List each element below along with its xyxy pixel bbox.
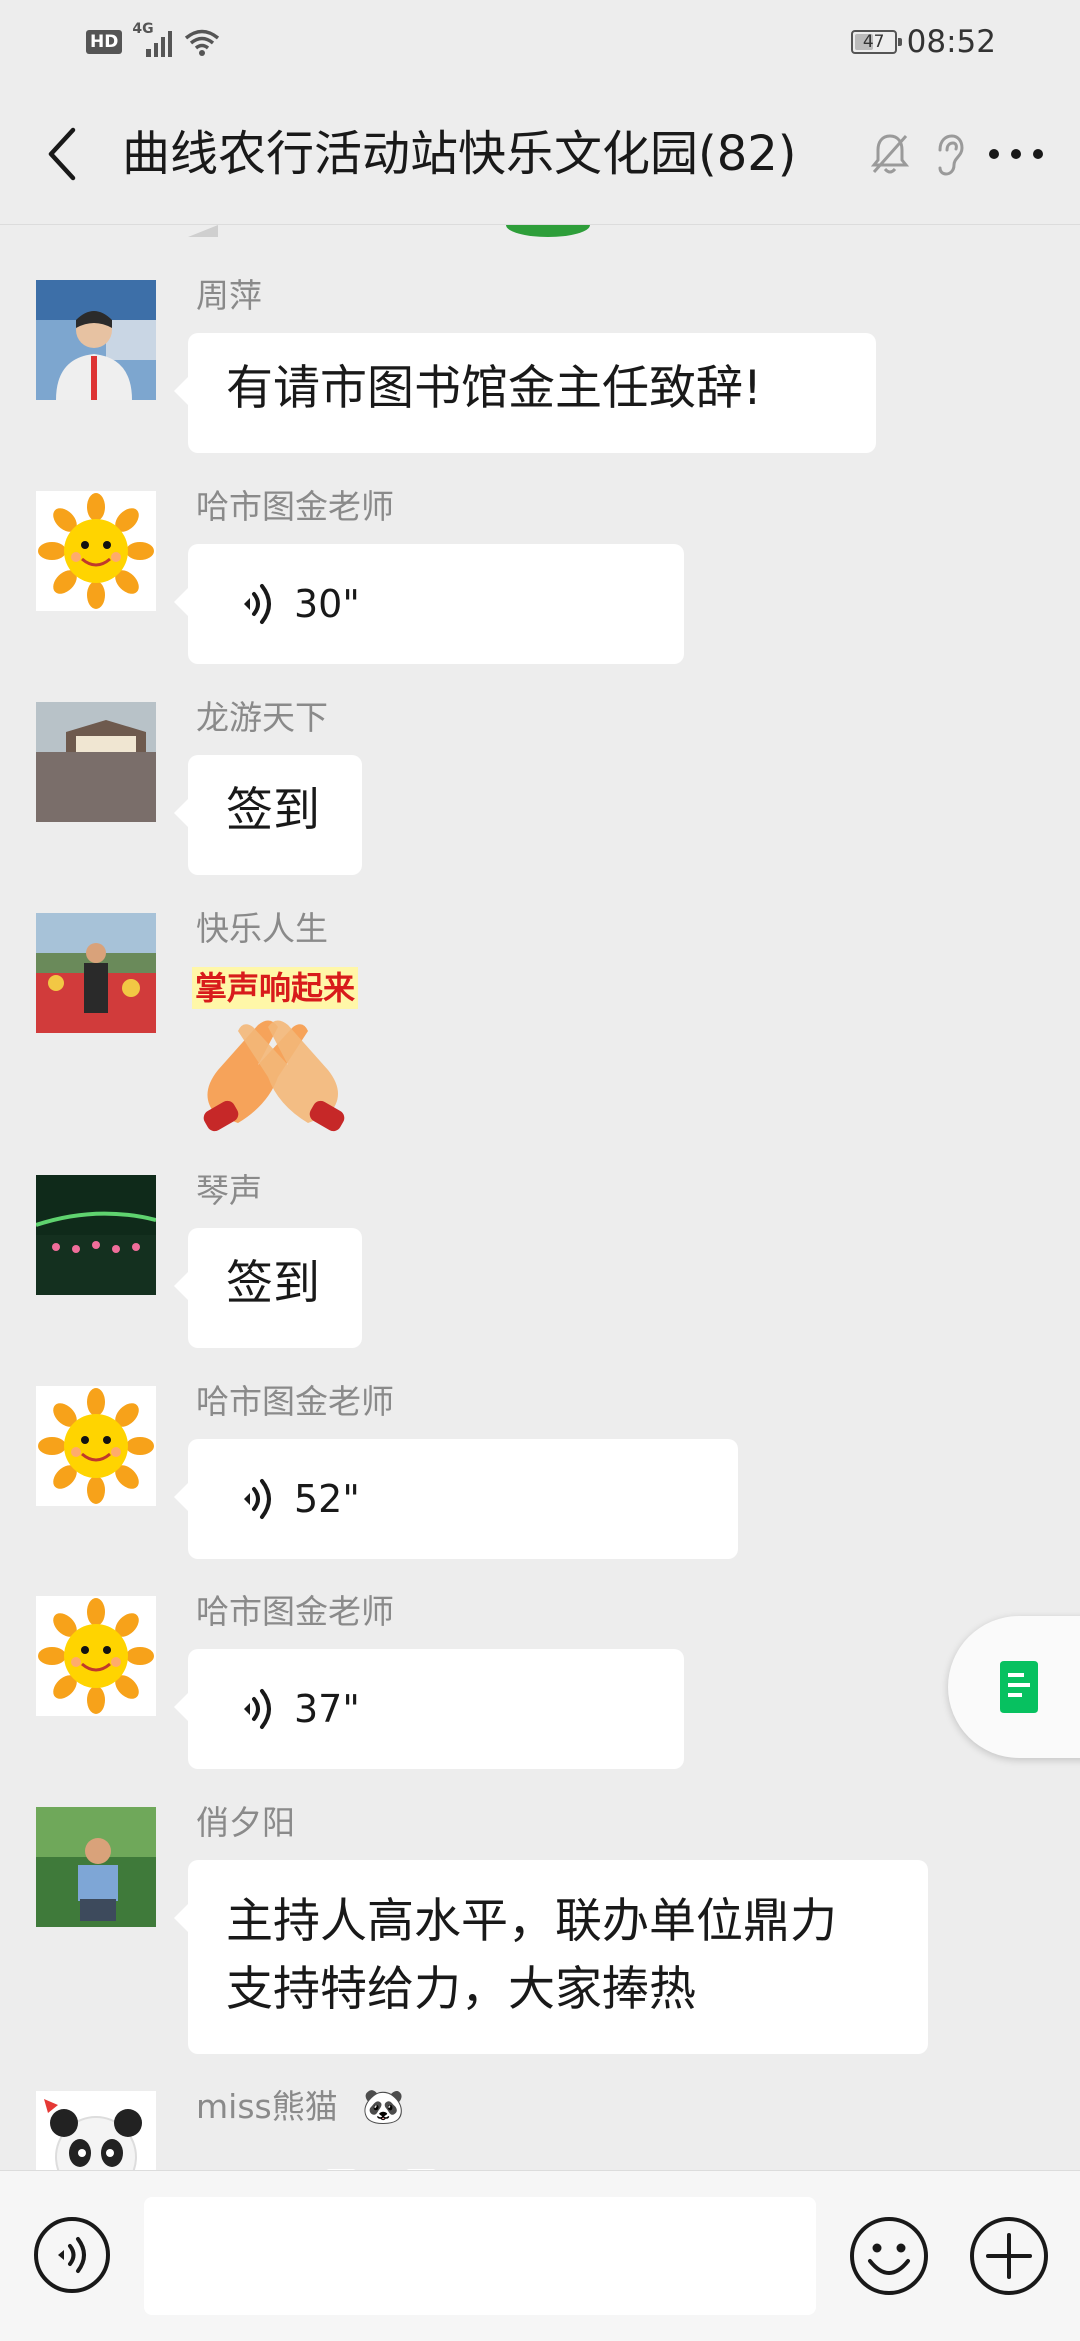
message-text: 签到 xyxy=(226,1256,320,1311)
network-type: 4G xyxy=(132,21,154,37)
sender-name: 俏夕阳 xyxy=(196,1803,295,1842)
sticker-applause[interactable]: 掌声响起来 xyxy=(188,965,360,1137)
voice-wave-icon xyxy=(244,584,271,624)
voice-duration: 30" xyxy=(294,582,360,626)
note-icon xyxy=(1000,1661,1038,1713)
chat-header: 曲线农行活动站快乐文化园(82) xyxy=(0,84,1080,225)
header-icons xyxy=(870,124,1046,184)
voice-wave-icon xyxy=(244,1479,271,1519)
avatar[interactable] xyxy=(36,1175,156,1295)
message-bubble[interactable]: 签到 xyxy=(174,1228,362,1348)
back-button[interactable] xyxy=(34,124,90,184)
avatar[interactable] xyxy=(36,280,156,400)
wifi-icon xyxy=(185,29,220,56)
sender-name: 哈市图金老师 xyxy=(196,1382,394,1421)
voice-message[interactable]: 52" xyxy=(174,1439,738,1559)
sender-name: 周萍 xyxy=(196,276,262,315)
voice-message[interactable]: 37" xyxy=(174,1649,684,1769)
mute-bell-icon xyxy=(870,134,910,174)
message-input[interactable] xyxy=(144,2197,816,2315)
status-left: HD 4G xyxy=(86,21,222,62)
voice-message[interactable]: 30" xyxy=(174,544,684,664)
message-list[interactable]: 周萍 有请市图书馆金主任致辞! 哈市图金老师 30" 龙游天下 签到 快乐人生 … xyxy=(0,225,1080,2170)
sender-name: miss熊猫 🐼 xyxy=(196,2087,405,2127)
message-text-line: 支持特给力，大家捧热 xyxy=(226,1962,696,2017)
chat-title: 曲线农行活动站快乐文化园(82) xyxy=(122,126,797,182)
avatar[interactable] xyxy=(36,1596,156,1716)
partial-previous-message xyxy=(188,225,590,237)
message-bubble[interactable]: 有请市图书馆金主任致辞! xyxy=(174,333,876,453)
sender-name: 哈市图金老师 xyxy=(196,487,394,526)
avatar[interactable] xyxy=(36,913,156,1033)
sender-name: 龙游天下 xyxy=(196,698,328,737)
avatar[interactable] xyxy=(36,702,156,822)
battery-icon: 47 xyxy=(850,30,902,54)
sticker-text: 掌声响起来 xyxy=(195,969,355,1007)
back-icon xyxy=(48,127,76,181)
voice-duration: 37" xyxy=(294,1687,360,1731)
signal-icon: 4G xyxy=(132,21,173,57)
voice-wave-icon xyxy=(244,1689,271,1729)
voice-duration: 52" xyxy=(294,1477,360,1521)
more-icon[interactable] xyxy=(986,147,1046,161)
status-right: 47 08:52 xyxy=(850,22,996,62)
avatar[interactable] xyxy=(36,2091,156,2170)
message-text-line: 主持人高水平，联办单位鼎力 xyxy=(226,1894,837,1949)
avatar[interactable] xyxy=(36,1807,156,1927)
battery-level: 47 xyxy=(862,32,885,52)
ear-icon xyxy=(938,134,964,176)
avatar[interactable] xyxy=(36,1386,156,1506)
sender-name: 琴声 xyxy=(196,1171,262,1210)
sender-name: 快乐人生 xyxy=(196,909,328,948)
hd-badge: HD xyxy=(86,30,123,54)
status-bar: HD 4G 47 08:52 xyxy=(0,0,1080,84)
emoji-icon[interactable] xyxy=(848,2215,930,2297)
input-bar xyxy=(0,2170,1080,2341)
voice-toggle-icon[interactable] xyxy=(32,2215,112,2295)
message-bubble[interactable]: 主持人高水平，联办单位鼎力 支持特给力，大家捧热 xyxy=(174,1860,928,2054)
floating-note-button[interactable] xyxy=(948,1616,1080,1758)
plus-icon[interactable] xyxy=(968,2215,1050,2297)
clock: 08:52 xyxy=(906,24,996,60)
sender-name: 哈市图金老师 xyxy=(196,1592,394,1631)
message-bubble[interactable]: 签到 xyxy=(174,755,362,875)
avatar[interactable] xyxy=(36,491,156,611)
message-text: 签到 xyxy=(226,783,320,838)
panda-emoji: 🐼 xyxy=(362,2087,405,2127)
message-text: 有请市图书馆金主任致辞! xyxy=(226,361,762,416)
